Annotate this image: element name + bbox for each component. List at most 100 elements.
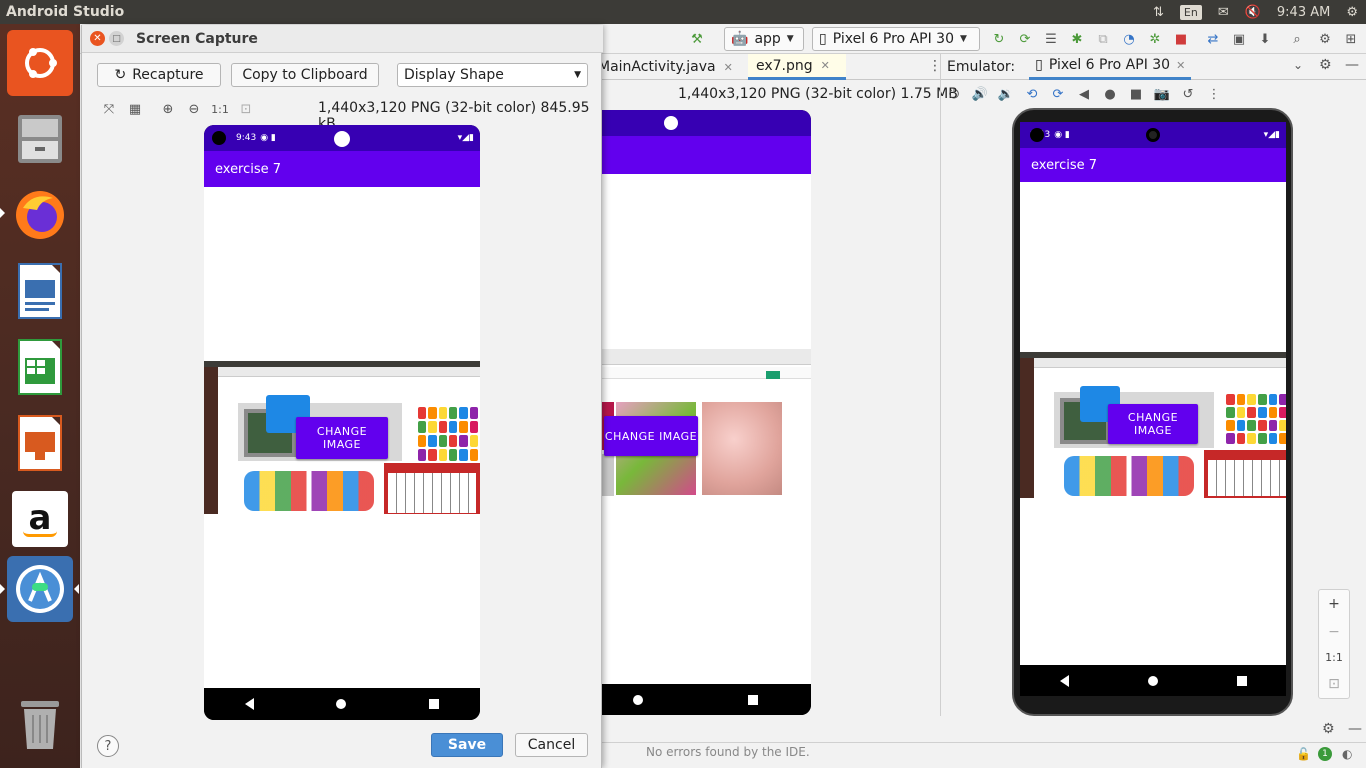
recapture-button[interactable]: ↻ Recapture [97, 63, 221, 87]
cancel-label: Cancel [527, 737, 576, 753]
gear-icon[interactable]: ⚙ [1316, 30, 1334, 48]
power-icon[interactable]: ⚙ [1338, 0, 1366, 24]
clock[interactable]: 9:43 AM [1269, 0, 1338, 24]
chevron-down-icon[interactable]: ⌄ [1293, 58, 1303, 72]
zoom-actual-button[interactable]: 1:1 [1325, 651, 1343, 664]
camera-cutout [664, 116, 678, 130]
event-log-icon[interactable]: 1 [1318, 747, 1332, 761]
chevron-down-icon: ▼ [574, 70, 581, 80]
logcat-icon[interactable]: ☰ [1042, 30, 1060, 48]
recents-icon [748, 694, 759, 705]
top-panel: Android Studio ⇅ En ✉ 🔇 9:43 AM ⚙ [0, 0, 1366, 24]
close-icon[interactable]: ✕ [724, 61, 733, 74]
device-manager-icon[interactable]: ▣ [1230, 30, 1248, 48]
rotate-right-icon[interactable]: ⟳ [1045, 87, 1071, 102]
keyboard-indicator[interactable]: En [1172, 0, 1210, 24]
emulator-screen: 9:43 ◉ ▮ ▾◢▮ exercise 7 [1020, 122, 1286, 696]
amazon-launcher[interactable]: a [7, 486, 73, 552]
back-icon[interactable]: ◀ [1071, 87, 1097, 102]
stop-icon[interactable]: ■ [1172, 30, 1190, 48]
snapshot-icon[interactable]: ↺ [1175, 87, 1201, 102]
debug-icon[interactable]: ✱ [1068, 30, 1086, 48]
zoom-fit-icon[interactable]: ⊡ [1328, 676, 1340, 692]
phone-content: CHANGE IMAGE [580, 174, 811, 684]
save-button[interactable]: Save [431, 733, 503, 757]
profiler-icon[interactable]: ◔ [1120, 30, 1138, 48]
copy-to-clipboard-button[interactable]: Copy to Clipboard [231, 63, 379, 87]
apply-changes-icon[interactable]: ↻ [990, 30, 1008, 48]
volume-up-icon[interactable]: 🔊 [967, 87, 993, 102]
fit-screen-icon[interactable]: ⤧ [101, 101, 117, 117]
minimize-icon[interactable]: — [1348, 721, 1362, 737]
files-launcher[interactable] [7, 106, 73, 172]
memory-indicator-icon[interactable]: ◐ [1342, 747, 1352, 761]
embedded-worksheet [384, 463, 480, 514]
debug-attach-icon[interactable]: ✲ [1146, 30, 1164, 48]
grid-icon[interactable]: ⊞ [1342, 30, 1360, 48]
fit-window-icon[interactable]: ⊡ [238, 101, 254, 117]
cancel-button[interactable]: Cancel [515, 733, 588, 757]
running-indicator [0, 584, 5, 594]
embedded-shape-grid [1226, 394, 1286, 444]
overview-icon[interactable]: ■ [1123, 87, 1149, 102]
ubuntu-dash-button[interactable] [7, 30, 73, 96]
tab-emulator-device[interactable]: ▯ Pixel 6 Pro API 30 ✕ [1029, 54, 1192, 80]
close-icon[interactable]: ✕ [1176, 59, 1185, 72]
power-icon[interactable]: ⏻ [941, 87, 967, 102]
camera-icon[interactable]: 📷 [1149, 87, 1175, 102]
help-button[interactable]: ? [97, 735, 119, 757]
home-icon[interactable] [1147, 675, 1158, 686]
mail-icon[interactable]: ✉ [1210, 0, 1237, 24]
minimize-icon[interactable]: — [1345, 57, 1359, 73]
more-options-icon[interactable]: ⋮ [1201, 87, 1227, 102]
gear-icon[interactable]: ⚙ [1322, 721, 1335, 737]
signal-icons: ▾◢▮ [1263, 130, 1280, 140]
change-image-button-preview: CHANGE IMAGE [604, 416, 698, 456]
zoom-in-icon[interactable]: ⊕ [160, 101, 176, 117]
home-icon[interactable]: ● [1097, 87, 1123, 102]
sdk-manager-icon[interactable]: ⬇ [1256, 30, 1274, 48]
image-view: CHANGE IMAGE [204, 361, 480, 514]
close-icon[interactable]: ✕ [90, 31, 105, 46]
apply-code-changes-icon[interactable]: ⟳ [1016, 30, 1034, 48]
zoom-in-button[interactable]: + [1328, 596, 1340, 612]
search-icon[interactable]: ⌕ [1288, 30, 1306, 48]
attach-debugger-icon[interactable]: ⧉ [1094, 30, 1112, 48]
gear-icon[interactable]: ⚙ [1319, 57, 1332, 73]
status-message: No errors found by the IDE. [646, 745, 810, 759]
zoom-out-icon[interactable]: ⊖ [186, 101, 202, 117]
trash-launcher[interactable] [7, 690, 73, 756]
embedded-launcher [1020, 358, 1034, 498]
impress-launcher[interactable] [7, 410, 73, 476]
zoom-out-button[interactable]: − [1328, 624, 1340, 640]
emulator-label: Emulator: [947, 58, 1016, 75]
tab-mainactivity[interactable]: MainActivity.java ✕ [590, 54, 740, 80]
lock-icon[interactable]: 🔓 [1296, 747, 1311, 761]
rotate-left-icon[interactable]: ⟲ [1019, 87, 1045, 102]
phone-icon: ▯ [819, 31, 827, 47]
grid-icon[interactable]: ▦ [127, 101, 143, 117]
volume-down-icon[interactable]: 🔉 [993, 87, 1019, 102]
system-tray: ⇅ En ✉ 🔇 9:43 AM ⚙ [1145, 0, 1366, 24]
run-config-select[interactable]: 🤖 app ▼ [724, 27, 804, 51]
display-shape-select[interactable]: Display Shape ▼ [397, 63, 588, 87]
device-select[interactable]: ▯ Pixel 6 Pro API 30 ▼ [812, 27, 980, 51]
writer-launcher[interactable] [7, 258, 73, 324]
network-icon[interactable]: ⇅ [1145, 0, 1172, 24]
minimize-icon[interactable]: □ [109, 31, 124, 46]
volume-muted-icon[interactable]: 🔇 [1237, 0, 1269, 24]
tab-ex7-png[interactable]: ex7.png ✕ [748, 54, 846, 80]
notification-icons: ◉ ▮ [260, 133, 276, 143]
build-hammer-icon[interactable]: ⚒ [688, 30, 706, 48]
calc-launcher[interactable] [7, 334, 73, 400]
sync-gradle-icon[interactable]: ⇄ [1204, 30, 1222, 48]
image-view: CHANGE IMAGE [1020, 352, 1286, 498]
firefox-icon [16, 191, 64, 239]
actual-size-button[interactable]: 1:1 [211, 101, 229, 117]
firefox-launcher[interactable] [7, 182, 73, 248]
change-image-button[interactable]: CHANGE IMAGE [1108, 404, 1198, 444]
android-studio-launcher[interactable] [7, 556, 73, 622]
recents-icon[interactable] [1236, 675, 1247, 686]
close-icon[interactable]: ✕ [821, 59, 830, 72]
back-icon[interactable] [1059, 674, 1069, 687]
